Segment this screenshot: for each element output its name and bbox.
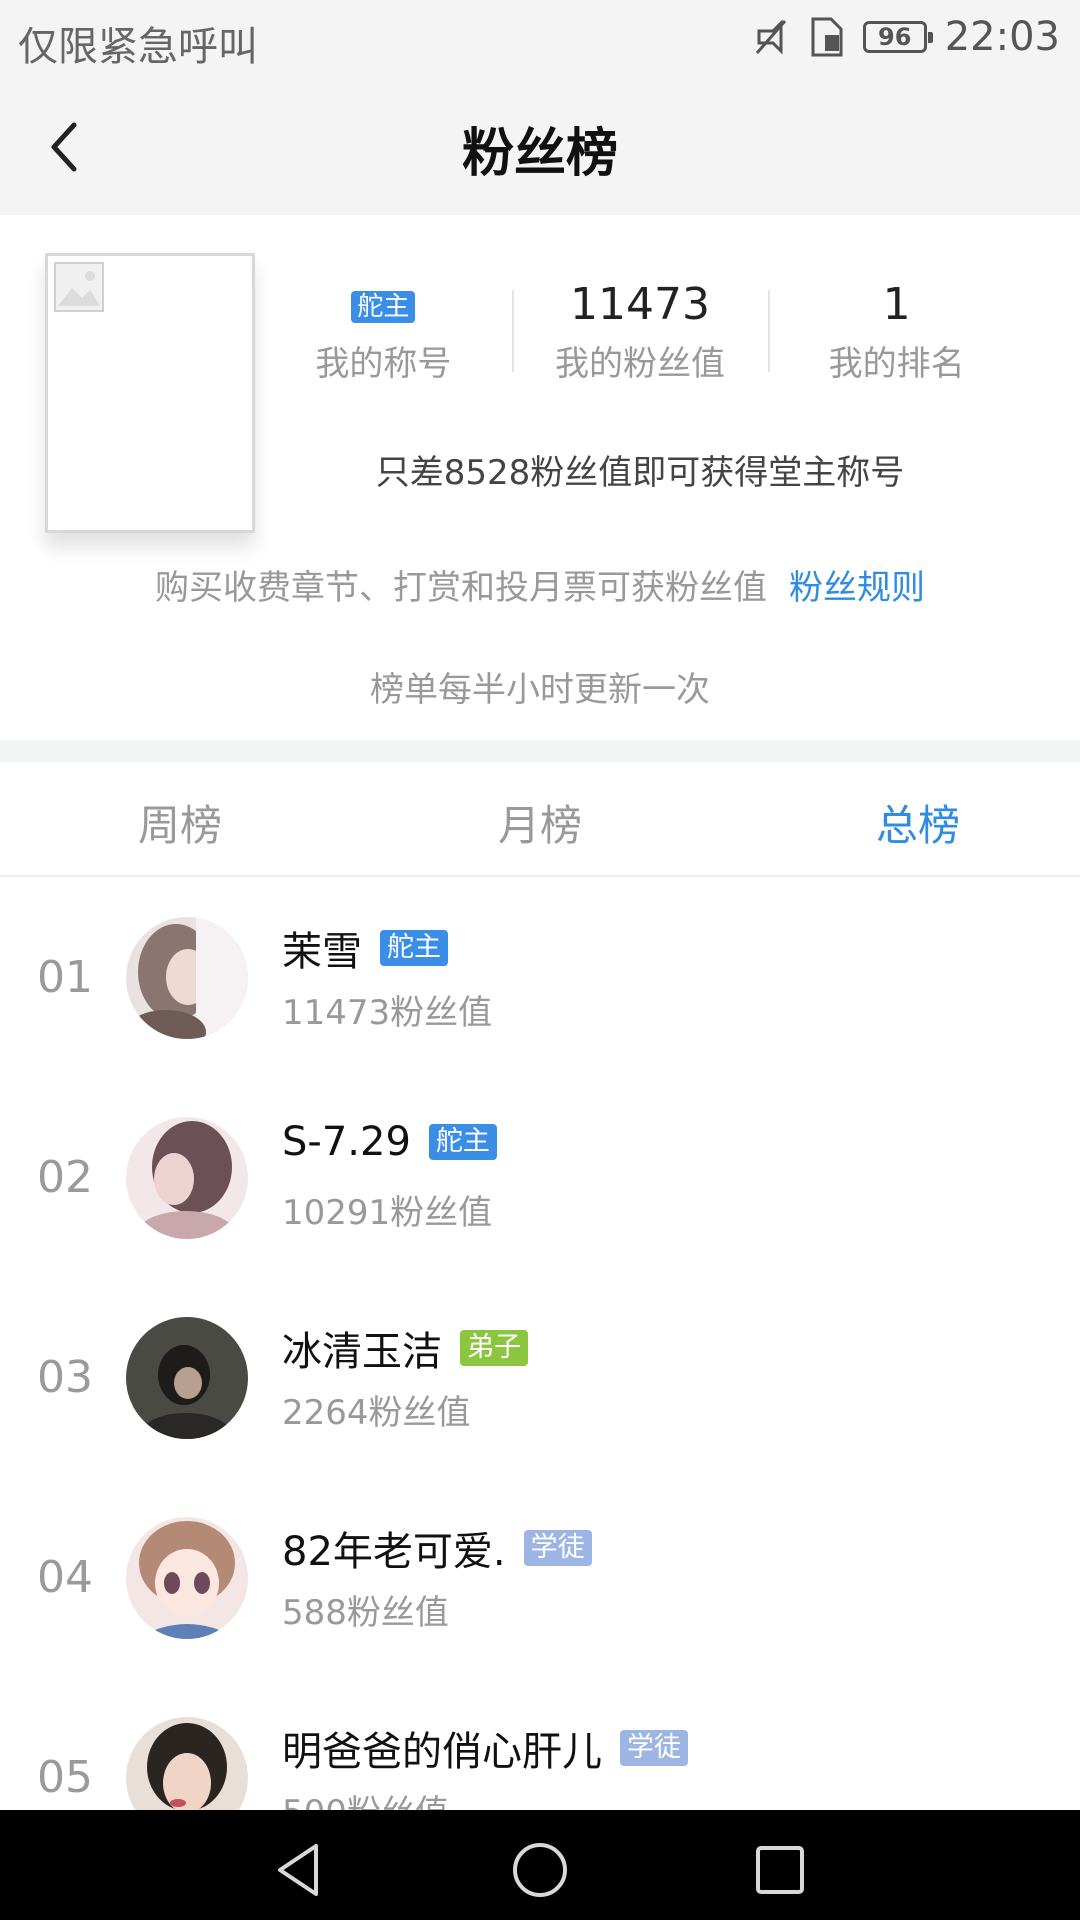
user-avatar[interactable] (126, 1117, 248, 1239)
user-name-line: S-7.29 舵主 (282, 1119, 497, 1165)
nav-back-icon[interactable] (270, 1840, 330, 1900)
system-nav-bar (0, 1810, 1080, 1920)
page-title: 粉丝榜 (461, 124, 618, 184)
user-fan-value: 2264粉丝值 (282, 1393, 471, 1433)
rank-number: 05 (37, 1752, 93, 1803)
user-name-line: 82年老可爱. 学徒 (282, 1519, 592, 1577)
next-title-hint: 只差8528粉丝值即可获得堂主称号 (375, 453, 905, 493)
my-stats: 舵主 我的称号 11473 我的粉丝值 1 我的排名 (255, 279, 1025, 385)
user-title-badge: 学徒 (620, 1730, 688, 1766)
user-title-badge: 弟子 (460, 1330, 528, 1366)
tab-monthly[interactable]: 月榜 (420, 792, 660, 853)
carrier-text: 仅限紧急呼叫 (18, 24, 258, 70)
stat-rank: 1 我的排名 (768, 279, 1025, 384)
status-icons: 96 22:03 (751, 14, 1060, 60)
stat-fan-value: 11473 我的粉丝值 (511, 279, 769, 384)
section-divider (0, 740, 1080, 762)
user-name: S-7.29 (282, 1119, 411, 1165)
list-item[interactable]: 01 茉雪 舵主 11473粉丝值 (0, 877, 1080, 1077)
user-name-line: 冰清玉洁 弟子 (282, 1319, 528, 1377)
stat-value: 1 (882, 279, 911, 330)
user-name: 茉雪 (282, 929, 362, 975)
stat-label: 我的称号 (315, 344, 452, 384)
user-avatar[interactable] (126, 1317, 248, 1439)
user-title-badge: 舵主 (380, 930, 448, 966)
list-item[interactable]: 02 S-7.29 舵主 10291粉丝值 (0, 1077, 1080, 1277)
user-fan-value: 10291粉丝值 (282, 1193, 493, 1233)
user-fan-value: 11473粉丝值 (282, 993, 493, 1033)
book-cover (45, 253, 255, 533)
tab-total-label: 总榜 (875, 801, 960, 850)
sim-icon (811, 17, 843, 57)
user-fan-value: 500粉丝值 (282, 1785, 449, 1810)
stat-label: 我的排名 (828, 344, 965, 384)
nav-recents-icon[interactable] (750, 1840, 810, 1900)
user-title-badge: 学徒 (523, 1530, 592, 1566)
user-name: 明爸爸的俏心肝儿 (282, 1729, 602, 1775)
my-title-badge: 舵主 (351, 291, 416, 323)
user-avatar[interactable] (126, 1517, 248, 1639)
user-title-badge: 舵主 (428, 1124, 497, 1160)
rank-number: 04 (37, 1552, 93, 1603)
list-item[interactable]: 04 82年老可爱. 学徒 588粉丝值 (0, 1477, 1080, 1677)
ranking-tabs: 周榜 月榜 总榜 (0, 762, 1080, 892)
fan-rules-link[interactable]: 粉丝规则 (789, 568, 925, 608)
tab-weekly[interactable]: 周榜 (60, 792, 300, 853)
vibrate-off-icon (755, 19, 786, 55)
user-avatar[interactable] (126, 917, 248, 1039)
user-name-line: 茉雪 舵主 (282, 919, 448, 977)
battery-icon: 96 (862, 21, 933, 53)
user-fan-value: 588粉丝值 (282, 1593, 449, 1633)
fan-rule-line: 购买收费章节、打赏和投月票可获粉丝值 粉丝规则 (0, 560, 1080, 609)
app-header: 粉丝榜 (0, 75, 1080, 215)
stat-label: 我的粉丝值 (555, 344, 725, 384)
my-fan-summary: 舵主 我的称号 11473 我的粉丝值 1 我的排名 只差8528粉丝值即可获得… (0, 215, 1080, 740)
tab-total[interactable]: 总榜 (798, 792, 1038, 892)
user-name-line: 明爸爸的俏心肝儿 学徒 (282, 1719, 688, 1777)
clock: 22:03 (944, 14, 1060, 60)
user-name: 冰清玉洁 (282, 1329, 442, 1375)
list-item[interactable]: 03 冰清玉洁 弟子 2264粉丝值 (0, 1277, 1080, 1477)
update-note: 榜单每半小时更新一次 (370, 670, 710, 710)
rank-number: 02 (37, 1152, 93, 1203)
list-item[interactable]: 05 明爸爸的俏心肝儿 学徒 500粉丝值 (0, 1677, 1080, 1810)
nav-home-icon[interactable] (510, 1840, 570, 1900)
rank-number: 01 (37, 952, 93, 1003)
stat-title: 舵主 我的称号 (255, 280, 512, 384)
user-name: 82年老可爱. (282, 1529, 506, 1575)
rank-number: 03 (37, 1352, 93, 1403)
status-bar: 仅限紧急呼叫 96 22:03 (0, 0, 1080, 75)
image-placeholder-icon (54, 262, 104, 312)
ranking-list: 01 茉雪 舵主 11473粉丝值 02 S-7.29 舵主 10291粉丝值 … (0, 877, 1080, 1810)
stat-value: 11473 (570, 279, 710, 330)
user-avatar[interactable] (126, 1717, 248, 1810)
rule-text: 购买收费章节、打赏和投月票可获粉丝值 (155, 568, 767, 608)
